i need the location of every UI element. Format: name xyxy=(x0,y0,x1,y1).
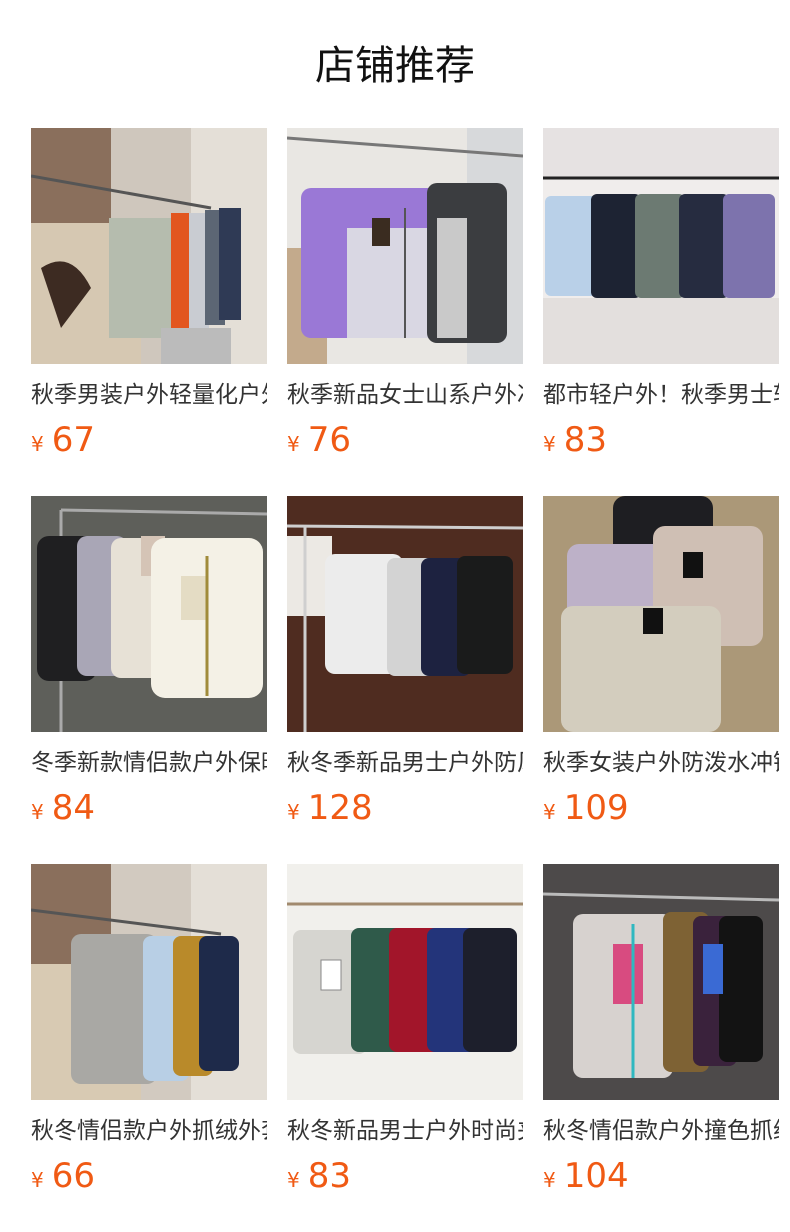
product-name[interactable]: 秋季男装户外轻量化户外夹克 xyxy=(31,378,267,412)
product-price: ¥104 xyxy=(543,1154,629,1198)
currency-symbol: ¥ xyxy=(31,800,44,824)
product-image[interactable] xyxy=(31,496,267,732)
product-name[interactable]: 秋冬情侣款户外撞色抓绒衣 xyxy=(543,1114,779,1148)
product-image[interactable] xyxy=(287,864,523,1100)
product-name[interactable]: 秋冬季新品男士户外防风夹克 xyxy=(287,746,523,780)
product-price: ¥83 xyxy=(287,1154,351,1198)
product-price: ¥66 xyxy=(31,1154,95,1198)
product-price: ¥76 xyxy=(287,418,351,462)
currency-symbol: ¥ xyxy=(543,800,556,824)
product-card[interactable]: 秋季男装户外轻量化户外夹克 ¥67 xyxy=(31,128,267,496)
price-value: 76 xyxy=(307,420,351,460)
product-card[interactable]: 秋冬情侣款户外撞色抓绒衣 ¥104 xyxy=(543,864,779,1232)
product-card[interactable]: 秋冬新品男士户外时尚夹克 ¥83 xyxy=(287,864,523,1232)
price-value: 83 xyxy=(563,420,607,460)
product-image[interactable] xyxy=(31,864,267,1100)
product-price: ¥128 xyxy=(287,786,373,830)
product-card[interactable]: 秋冬季新品男士户外防风夹克 ¥128 xyxy=(287,496,523,864)
product-image[interactable] xyxy=(287,496,523,732)
page-title: 店铺推荐 xyxy=(315,43,475,89)
product-price: ¥109 xyxy=(543,786,629,830)
product-name[interactable]: 都市轻户外！秋季男士软壳夹克 xyxy=(543,378,779,412)
product-name[interactable]: 秋冬情侣款户外抓绒外套 xyxy=(31,1114,267,1148)
currency-symbol: ¥ xyxy=(31,1168,44,1192)
price-value: 128 xyxy=(307,788,373,828)
price-value: 66 xyxy=(51,1156,95,1196)
price-value: 84 xyxy=(51,788,95,828)
product-card[interactable]: 秋冬情侣款户外抓绒外套 ¥66 xyxy=(31,864,267,1232)
product-grid: 秋季男装户外轻量化户外夹克 ¥67 秋季新品女士山系户外冲锋衣 ¥76 xyxy=(31,128,779,1232)
product-price: ¥84 xyxy=(31,786,95,830)
product-name[interactable]: 秋季新品女士山系户外冲锋衣 xyxy=(287,378,523,412)
currency-symbol: ¥ xyxy=(543,1168,556,1192)
product-card[interactable]: 秋季女装户外防泼水冲锋衣 ¥109 xyxy=(543,496,779,864)
price-value: 104 xyxy=(563,1156,629,1196)
price-value: 109 xyxy=(563,788,629,828)
product-image[interactable] xyxy=(287,128,523,364)
price-value: 67 xyxy=(51,420,95,460)
product-price: ¥67 xyxy=(31,418,95,462)
currency-symbol: ¥ xyxy=(287,432,300,456)
product-name[interactable]: 秋冬新品男士户外时尚夹克 xyxy=(287,1114,523,1148)
product-name[interactable]: 秋季女装户外防泼水冲锋衣 xyxy=(543,746,779,780)
price-value: 83 xyxy=(307,1156,351,1196)
product-card[interactable]: 秋季新品女士山系户外冲锋衣 ¥76 xyxy=(287,128,523,496)
currency-symbol: ¥ xyxy=(543,432,556,456)
product-image[interactable] xyxy=(543,864,779,1100)
product-image[interactable] xyxy=(543,128,779,364)
product-card[interactable]: 冬季新款情侣款户外保暖棉服 ¥84 xyxy=(31,496,267,864)
product-name[interactable]: 冬季新款情侣款户外保暖棉服 xyxy=(31,746,267,780)
product-price: ¥83 xyxy=(543,418,607,462)
product-image[interactable] xyxy=(543,496,779,732)
product-image[interactable] xyxy=(31,128,267,364)
currency-symbol: ¥ xyxy=(287,800,300,824)
product-card[interactable]: 都市轻户外！秋季男士软壳夹克 ¥83 xyxy=(543,128,779,496)
currency-symbol: ¥ xyxy=(287,1168,300,1192)
currency-symbol: ¥ xyxy=(31,432,44,456)
